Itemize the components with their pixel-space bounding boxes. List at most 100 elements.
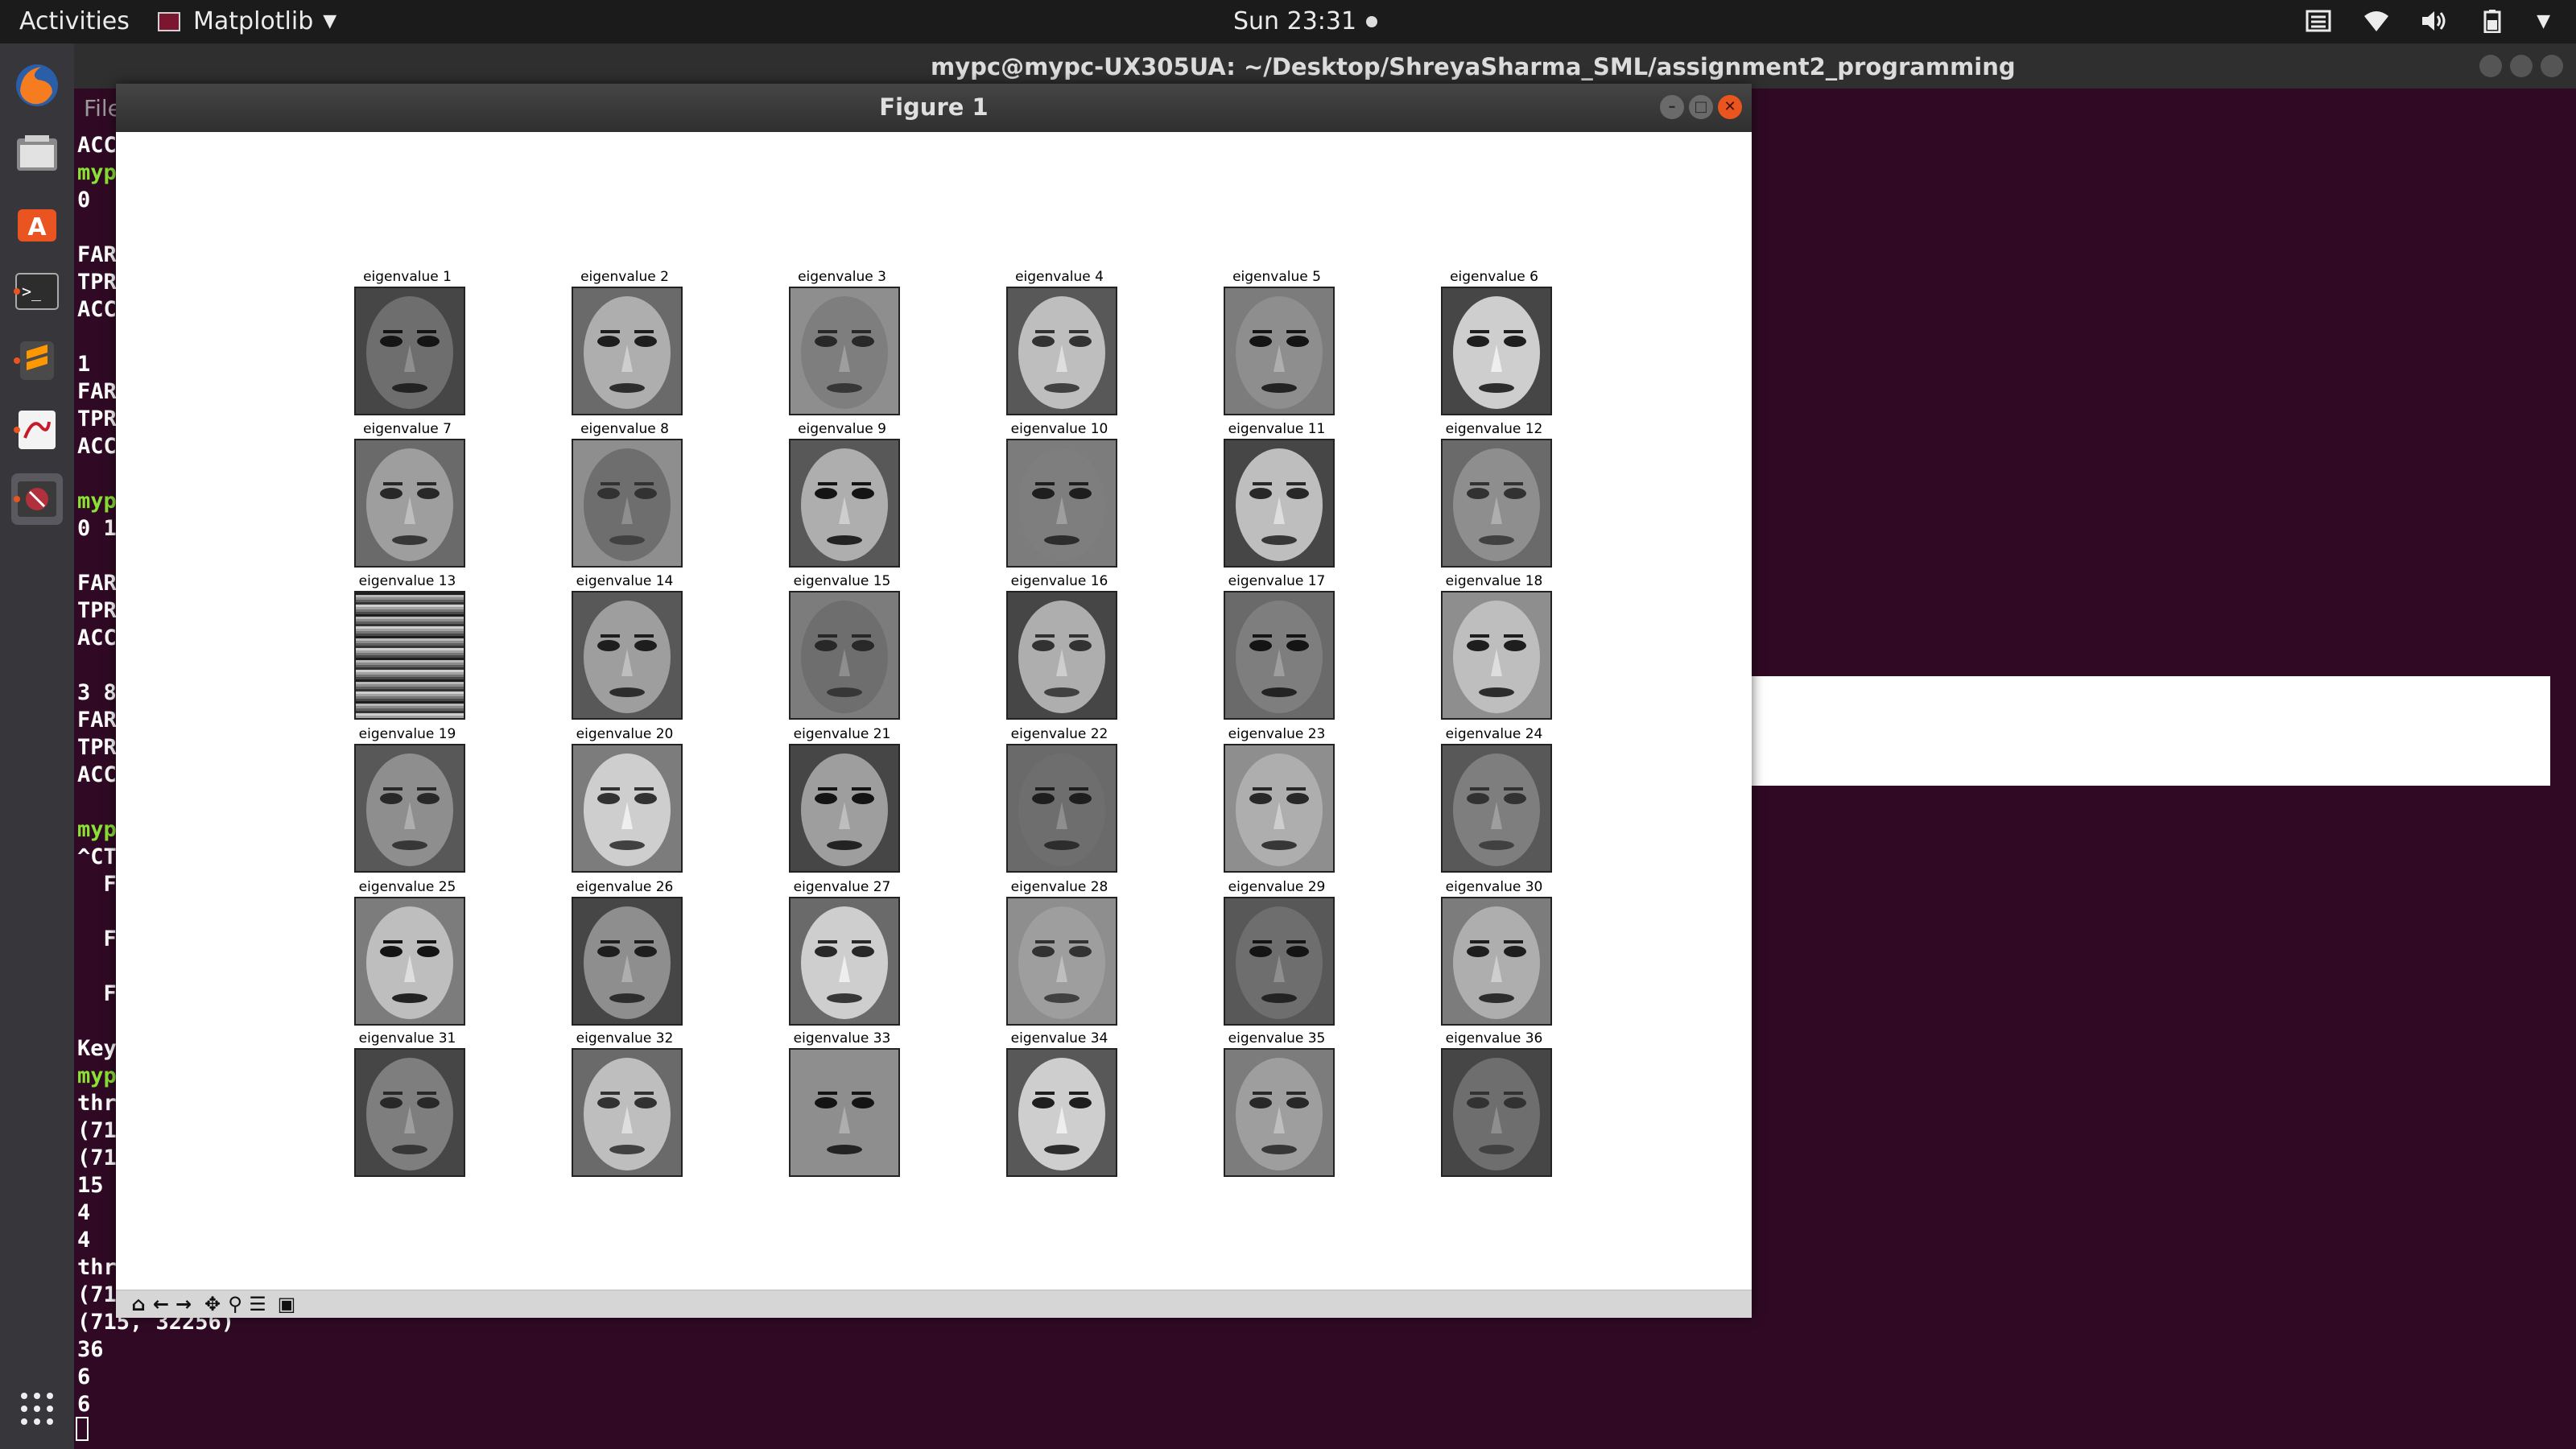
subplot-title: eigenvalue 31 xyxy=(358,1030,456,1046)
figure-title: Figure 1 xyxy=(879,93,989,121)
eigenface-image xyxy=(1441,744,1552,873)
dock: A >_ xyxy=(0,43,74,1449)
subplot-title: eigenvalue 35 xyxy=(1228,1030,1326,1046)
terminal-cursor xyxy=(76,1417,89,1441)
volume-icon[interactable] xyxy=(2421,9,2448,33)
eigenface-image xyxy=(354,591,465,720)
eigenface-image xyxy=(1224,287,1335,415)
subplot-title: eigenvalue 14 xyxy=(576,573,674,589)
clock-label: Sun 23:31 xyxy=(1233,7,1357,35)
eigenface-image xyxy=(1006,897,1117,1026)
matplotlib-app-icon xyxy=(158,11,180,31)
subplot-title: eigenvalue 15 xyxy=(793,573,891,589)
subplot-title: eigenvalue 11 xyxy=(1228,421,1326,437)
terminal-line: 6 xyxy=(77,1392,91,1417)
eigenface-image xyxy=(1224,591,1335,720)
matplotlib-figure-icon[interactable] xyxy=(11,473,63,525)
figure-window: Figure 1 – □ ✕ eigenvalue 1 eigenvalue 2e… xyxy=(116,84,1752,1318)
maximize-icon[interactable]: □ xyxy=(1689,95,1713,119)
files-icon[interactable] xyxy=(11,127,63,179)
subplot-title: eigenvalue 28 xyxy=(1010,879,1108,895)
subplot-title: eigenvalue 29 xyxy=(1228,879,1326,895)
subplot-title: eigenvalue 20 xyxy=(576,726,674,742)
figure-canvas[interactable]: eigenvalue 1 eigenvalue 2 eigenvalue 3 eige… xyxy=(116,132,1752,1291)
wifi-icon[interactable] xyxy=(2363,9,2390,33)
home-icon[interactable]: ⌂ xyxy=(127,1293,150,1315)
terminal-icon[interactable]: >_ xyxy=(11,266,63,317)
eigenface-image xyxy=(1224,897,1335,1026)
figure-window-controls: – □ ✕ xyxy=(1660,95,1742,119)
eigenface-image xyxy=(354,744,465,873)
input-method-icon[interactable] xyxy=(2305,9,2332,33)
terminal-window-controls xyxy=(2479,55,2563,77)
firefox-icon[interactable] xyxy=(11,60,63,111)
eigenface-image xyxy=(354,897,465,1026)
subplot-title: eigenvalue 18 xyxy=(1445,573,1543,589)
close-icon[interactable] xyxy=(2541,55,2563,77)
minimize-icon[interactable] xyxy=(2479,55,2502,77)
eigenface-image xyxy=(354,1048,465,1177)
zoom-icon[interactable]: ⚲ xyxy=(224,1293,246,1315)
app-menu-label: Matplotlib xyxy=(193,7,314,35)
eigenface-image xyxy=(1441,591,1552,720)
forward-arrow-icon[interactable]: → xyxy=(172,1293,195,1315)
subplot-title: eigenvalue 27 xyxy=(793,879,891,895)
subplot-title: eigenvalue 22 xyxy=(1010,726,1108,742)
system-menu-caret-icon[interactable]: ▼ xyxy=(2537,11,2550,31)
subplot-title: eigenvalue 21 xyxy=(793,726,891,742)
subplot-title: eigenvalue 33 xyxy=(793,1030,891,1046)
eigenface-image xyxy=(789,591,900,720)
subplot-title: eigenvalue 16 xyxy=(1010,573,1108,589)
subplot-title: eigenvalue 9 xyxy=(798,421,886,437)
save-icon[interactable]: ▣ xyxy=(275,1293,298,1315)
eigenface-image xyxy=(1441,1048,1552,1177)
eigenface-image xyxy=(1006,439,1117,568)
eigenface-image xyxy=(354,439,465,568)
subplot-title: eigenvalue 5 xyxy=(1232,269,1321,285)
app-menu[interactable]: Matplotlib ▼ xyxy=(158,7,336,35)
subplot-title: eigenvalue 17 xyxy=(1228,573,1326,589)
app-grid-icon[interactable] xyxy=(21,1393,53,1425)
eigenface-image xyxy=(572,287,683,415)
eigenface-image xyxy=(1224,744,1335,873)
subplot-title: eigenvalue 4 xyxy=(1015,269,1104,285)
terminal-titlebar[interactable]: mypc@mypc-UX305UA: ~/Desktop/ShreyaSharm… xyxy=(74,43,2576,89)
pan-icon[interactable]: ✥ xyxy=(201,1293,224,1315)
software-center-icon[interactable]: A xyxy=(11,196,63,248)
eigenface-image xyxy=(1006,287,1117,415)
figure-titlebar[interactable]: Figure 1 – □ ✕ xyxy=(116,84,1752,132)
subplot-title: eigenvalue 34 xyxy=(1010,1030,1108,1046)
close-icon[interactable]: ✕ xyxy=(1718,95,1742,119)
sublime-text-icon[interactable] xyxy=(11,335,63,386)
system-tray[interactable]: ▼ xyxy=(2305,9,2550,33)
subplot-title: eigenvalue 32 xyxy=(576,1030,674,1046)
notification-dot-icon xyxy=(1366,15,1378,27)
eigenface-image xyxy=(572,591,683,720)
subplot-title: eigenvalue 24 xyxy=(1445,726,1543,742)
subplot-title: eigenvalue 7 xyxy=(363,421,452,437)
eigenface-image xyxy=(1441,287,1552,415)
terminal-line: 36 xyxy=(77,1337,104,1362)
subplot-title: eigenvalue 3 xyxy=(798,269,886,285)
activities-button[interactable]: Activities xyxy=(19,7,130,35)
eigenface-image xyxy=(1224,439,1335,568)
subplot-title: eigenvalue 8 xyxy=(580,421,669,437)
eigenface-image xyxy=(572,897,683,1026)
top-bar: Activities Matplotlib ▼ Sun 23:31 ▼ xyxy=(0,0,2576,43)
subplot-title: eigenvalue 6 xyxy=(1450,269,1538,285)
svg-text:>_: >_ xyxy=(22,282,42,301)
eigenface-image xyxy=(1441,897,1552,1026)
svg-text:A: A xyxy=(27,213,47,242)
subplot-title: eigenvalue 19 xyxy=(358,726,456,742)
maximize-icon[interactable] xyxy=(2510,55,2533,77)
subplot-title: eigenvalue 1 xyxy=(363,269,452,285)
configure-subplots-icon[interactable]: ☰ xyxy=(246,1293,269,1315)
eigenface-image xyxy=(1006,591,1117,720)
subplot-title: eigenvalue 13 xyxy=(358,573,456,589)
subplot-title: eigenvalue 23 xyxy=(1228,726,1326,742)
battery-icon[interactable] xyxy=(2479,9,2506,33)
evince-icon[interactable] xyxy=(11,404,63,456)
minimize-icon[interactable]: – xyxy=(1660,95,1684,119)
clock[interactable]: Sun 23:31 xyxy=(1233,7,1378,35)
back-arrow-icon[interactable]: ← xyxy=(150,1293,172,1315)
